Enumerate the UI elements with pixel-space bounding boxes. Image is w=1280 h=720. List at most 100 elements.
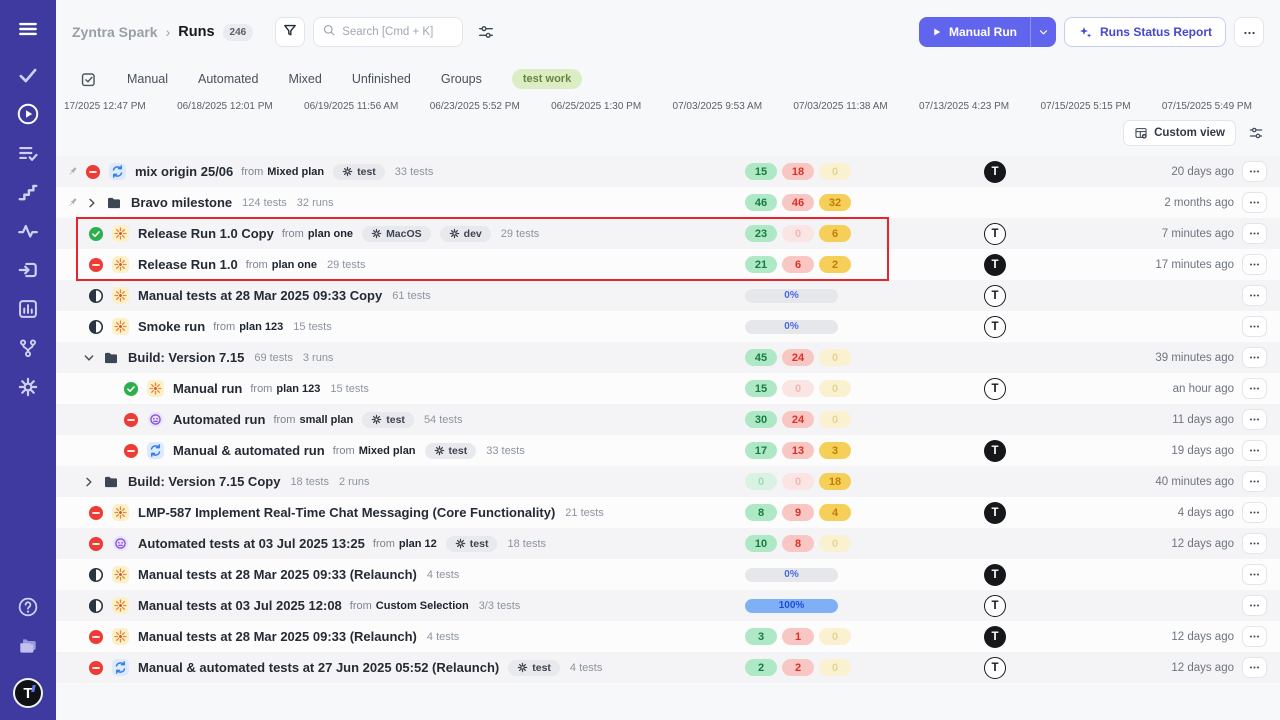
run-row[interactable]: Manual & automated runfromMixed plantest… xyxy=(56,435,1280,466)
row-more-button[interactable] xyxy=(1242,347,1267,368)
chevron-right-icon[interactable] xyxy=(85,196,99,210)
user-avatar[interactable]: T xyxy=(984,657,1006,679)
breadcrumb-project[interactable]: Zyntra Spark xyxy=(72,24,158,40)
check-icon[interactable] xyxy=(17,64,39,86)
run-name[interactable]: Automated tests at 03 Jul 2025 13:25 xyxy=(138,536,365,551)
folders-icon[interactable] xyxy=(17,635,39,657)
tag-badge[interactable]: dev xyxy=(440,226,491,242)
user-avatar[interactable]: T xyxy=(984,626,1006,648)
select-runs-icon[interactable] xyxy=(80,71,97,88)
run-row[interactable]: Smoke runfromplan 12315 tests0%T xyxy=(56,311,1280,342)
filter-button[interactable] xyxy=(275,17,305,47)
tab-groups[interactable]: Groups xyxy=(441,72,482,86)
row-more-button[interactable] xyxy=(1242,564,1267,585)
play-circle-icon[interactable] xyxy=(17,103,39,125)
run-row[interactable]: Manual tests at 28 Mar 2025 09:33 (Relau… xyxy=(56,621,1280,652)
view-settings-icon[interactable] xyxy=(1248,125,1264,141)
row-more-button[interactable] xyxy=(1242,626,1267,647)
source-plan[interactable]: Mixed plan xyxy=(267,166,324,178)
row-more-button[interactable] xyxy=(1242,502,1267,523)
user-avatar[interactable]: T xyxy=(984,440,1006,462)
search-input[interactable] xyxy=(342,26,454,38)
tag-badge[interactable]: test xyxy=(446,536,498,552)
run-name[interactable]: Release Run 1.0 xyxy=(138,257,238,272)
user-avatar[interactable]: T xyxy=(984,564,1006,586)
row-more-button[interactable] xyxy=(1242,378,1267,399)
folder-row[interactable]: Build: Version 7.15 Copy18 tests2 runs00… xyxy=(56,466,1280,497)
activity-icon[interactable] xyxy=(17,220,39,242)
source-plan[interactable]: plan one xyxy=(308,228,353,240)
bar-chart-icon[interactable] xyxy=(17,298,39,320)
run-row[interactable]: Automated runfromsmall plantest54 tests3… xyxy=(56,404,1280,435)
tab-manual[interactable]: Manual xyxy=(127,72,168,86)
row-more-button[interactable] xyxy=(1242,285,1267,306)
row-more-button[interactable] xyxy=(1242,192,1267,213)
active-filter-pill[interactable]: test work xyxy=(512,69,582,89)
menu-icon[interactable] xyxy=(17,18,39,40)
manual-run-button[interactable]: Manual Run xyxy=(919,17,1030,47)
source-plan[interactable]: plan 123 xyxy=(276,383,320,395)
row-more-button[interactable] xyxy=(1242,161,1267,182)
chevron-right-icon[interactable] xyxy=(82,475,96,489)
tag-badge[interactable]: test xyxy=(333,164,385,180)
search-box[interactable] xyxy=(313,17,463,47)
run-row[interactable]: Manual tests at 28 Mar 2025 09:33 Copy61… xyxy=(56,280,1280,311)
runs-status-report-button[interactable]: Runs Status Report xyxy=(1064,17,1226,47)
manual-run-dropdown-button[interactable] xyxy=(1030,17,1056,47)
row-more-button[interactable] xyxy=(1242,254,1267,275)
tab-mixed[interactable]: Mixed xyxy=(288,72,321,86)
folder-row[interactable]: Bravo milestone124 tests32 runs4646322 m… xyxy=(56,187,1280,218)
row-more-button[interactable] xyxy=(1242,595,1267,616)
source-plan[interactable]: Custom Selection xyxy=(376,600,469,612)
user-avatar[interactable]: T xyxy=(984,161,1006,183)
run-name[interactable]: Manual tests at 28 Mar 2025 09:33 (Relau… xyxy=(138,629,417,644)
user-avatar[interactable]: T xyxy=(984,378,1006,400)
source-plan[interactable]: Mixed plan xyxy=(359,445,416,457)
run-row[interactable]: mix origin 25/06fromMixed plantest33 tes… xyxy=(56,156,1280,187)
tag-badge[interactable]: test xyxy=(508,660,560,676)
row-more-button[interactable] xyxy=(1242,316,1267,337)
gear-icon[interactable] xyxy=(17,376,39,398)
source-plan[interactable]: plan one xyxy=(272,259,317,271)
user-avatar[interactable]: T xyxy=(984,223,1006,245)
row-more-button[interactable] xyxy=(1242,223,1267,244)
git-branch-icon[interactable] xyxy=(17,337,39,359)
run-row[interactable]: LMP-587 Implement Real-Time Chat Messagi… xyxy=(56,497,1280,528)
help-circle-icon[interactable] xyxy=(17,596,39,618)
run-name[interactable]: Smoke run xyxy=(138,319,205,334)
run-row[interactable]: Manual tests at 03 Jul 2025 12:08fromCus… xyxy=(56,590,1280,621)
header-more-button[interactable] xyxy=(1234,17,1264,47)
tag-badge[interactable]: test xyxy=(425,443,477,459)
run-name[interactable]: Manual run xyxy=(173,381,242,396)
row-more-button[interactable] xyxy=(1242,657,1267,678)
run-name[interactable]: Release Run 1.0 Copy xyxy=(138,226,274,241)
run-name[interactable]: Manual tests at 28 Mar 2025 09:33 Copy xyxy=(138,288,382,303)
row-more-button[interactable] xyxy=(1242,409,1267,430)
user-avatar[interactable]: T xyxy=(984,254,1006,276)
workspace-logo-avatar[interactable]: T xyxy=(13,678,43,708)
source-plan[interactable]: plan 12 xyxy=(399,538,437,550)
search-settings-icon[interactable] xyxy=(477,23,495,41)
source-plan[interactable]: small plan xyxy=(299,414,353,426)
import-icon[interactable] xyxy=(17,259,39,281)
run-name[interactable]: Manual & automated run xyxy=(173,443,325,458)
run-name[interactable]: Manual tests at 03 Jul 2025 12:08 xyxy=(138,598,342,613)
row-more-button[interactable] xyxy=(1242,440,1267,461)
user-avatar[interactable]: T xyxy=(984,595,1006,617)
run-name[interactable]: LMP-587 Implement Real-Time Chat Messagi… xyxy=(138,505,555,520)
run-name[interactable]: Manual tests at 28 Mar 2025 09:33 (Relau… xyxy=(138,567,417,582)
folder-name[interactable]: Build: Version 7.15 Copy xyxy=(128,474,280,489)
run-row[interactable]: Manual runfromplan 12315 tests1500Tan ho… xyxy=(56,373,1280,404)
manual-run-split-button[interactable]: Manual Run xyxy=(919,17,1056,47)
row-more-button[interactable] xyxy=(1242,471,1267,492)
list-check-icon[interactable] xyxy=(17,142,39,164)
row-more-button[interactable] xyxy=(1242,533,1267,554)
run-row[interactable]: Release Run 1.0fromplan one29 tests2162T… xyxy=(56,249,1280,280)
run-name[interactable]: Manual & automated tests at 27 Jun 2025 … xyxy=(138,660,499,675)
run-row[interactable]: Release Run 1.0 Copyfromplan oneMacOSdev… xyxy=(56,218,1280,249)
run-row[interactable]: Manual & automated tests at 27 Jun 2025 … xyxy=(56,652,1280,683)
run-row[interactable]: Automated tests at 03 Jul 2025 13:25from… xyxy=(56,528,1280,559)
custom-view-button[interactable]: Custom view xyxy=(1123,120,1236,146)
run-name[interactable]: mix origin 25/06 xyxy=(135,164,233,179)
user-avatar[interactable]: T xyxy=(984,285,1006,307)
